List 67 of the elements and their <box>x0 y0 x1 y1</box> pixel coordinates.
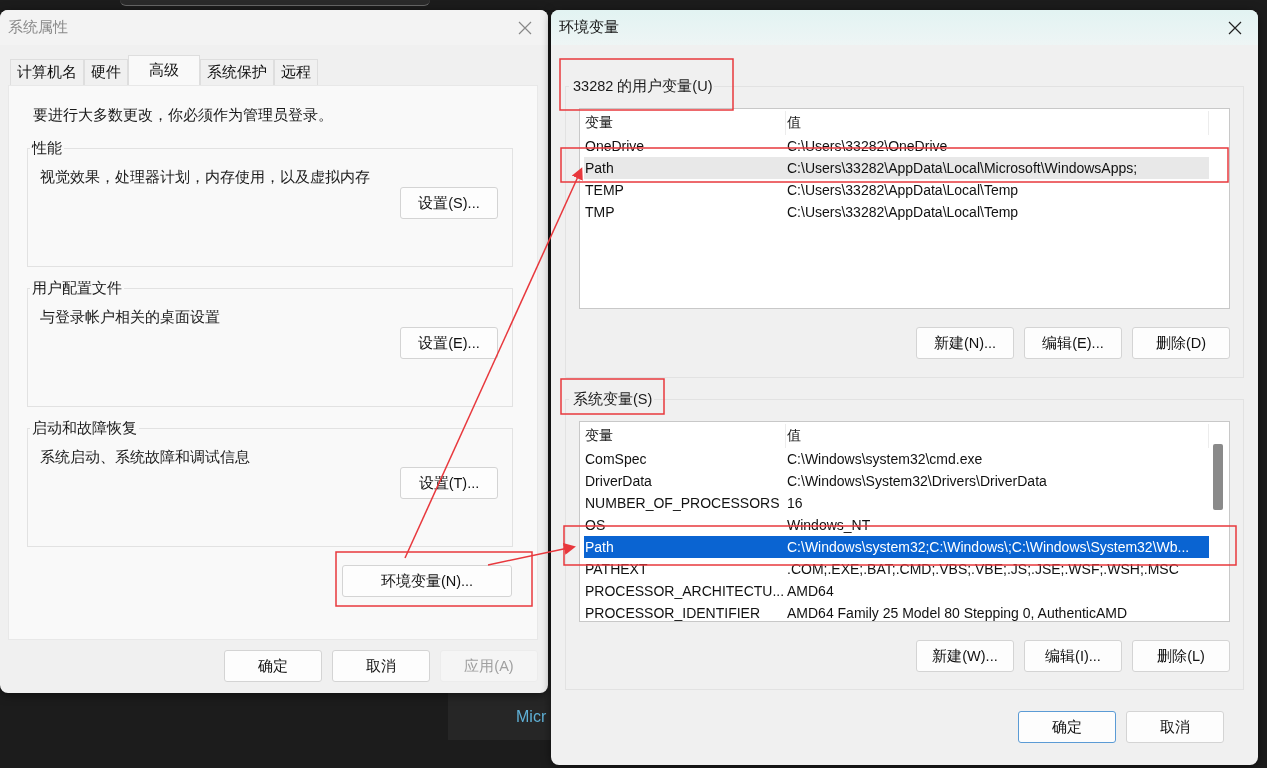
window-title: 环境变量 <box>559 18 619 37</box>
list-row[interactable]: PROCESSOR_IDENTIFIER AMD64 Family 25 Model 80 Stepping 0, AuthenticAMD <box>584 602 1209 621</box>
environment-variables-button[interactable]: 环境变量(N)... <box>342 565 512 597</box>
column-header[interactable]: 变量 <box>584 424 786 448</box>
variable-value: C:\Users\33282\AppData\Local\Temp <box>786 182 1020 198</box>
variable-name: TEMP <box>584 182 625 198</box>
group-title: 用户配置文件 <box>31 279 123 298</box>
variable-name: Path <box>584 160 615 176</box>
group-description: 系统启动、系统故障和调试信息 <box>40 448 251 467</box>
close-icon <box>1228 20 1242 35</box>
settings-button[interactable]: 设置(E)... <box>400 327 498 359</box>
tab[interactable]: 高级 <box>128 55 200 85</box>
list-row[interactable]: PATHEXT .COM;.EXE;.BAT;.CMD;.VBS;.VBE;.JS;.JSE;.WSF;.WSH;.MSC <box>584 558 1209 580</box>
group-description: 与登录帐户相关的桌面设置 <box>40 308 221 327</box>
list-row[interactable]: TEMP C:\Users\33282\AppData\Local\Temp <box>584 179 1209 201</box>
variable-value: C:\Users\33282\AppData\Local\Microsoft\WindowsApps; <box>786 160 1139 176</box>
group-title: 33282 的用户变量(U) <box>572 77 714 96</box>
tab[interactable]: 计算机名 <box>10 59 84 85</box>
list-action-button[interactable]: 新建(W)... <box>916 640 1014 672</box>
list-action-button[interactable]: 新建(N)... <box>916 327 1014 359</box>
dialog-button[interactable]: 确定 <box>1018 711 1116 743</box>
column-header[interactable]: 变量 <box>584 111 786 135</box>
list-row[interactable]: Path C:\Windows\system32;C:\Windows\;C:\Windows\System32\Wb... <box>584 536 1209 558</box>
list-action-button[interactable]: 删除(L) <box>1132 640 1230 672</box>
settings-button[interactable]: 设置(S)... <box>400 187 498 219</box>
list-row[interactable]: DriverData C:\Windows\System32\Drivers\DriverData <box>584 470 1209 492</box>
list-action-button[interactable]: 编辑(E)... <box>1024 327 1122 359</box>
variable-name: PROCESSOR_ARCHITECTU... <box>584 583 786 599</box>
notice-text: 要进行大多数更改，你必须作为管理员登录。 <box>33 106 334 125</box>
window-title: 系统属性 <box>8 18 68 37</box>
dialog-button[interactable]: 取消 <box>332 650 430 682</box>
variable-value: C:\Windows\system32;C:\Windows\;C:\Windows\System32\Wb... <box>786 539 1191 555</box>
background-text: Micr <box>516 708 547 726</box>
variable-name: Path <box>584 539 615 555</box>
variable-name: NUMBER_OF_PROCESSORS <box>584 495 781 511</box>
list-row[interactable]: PROCESSOR_ARCHITECTU... AMD64 <box>584 580 1209 602</box>
tab[interactable]: 远程 <box>274 59 318 85</box>
scrollbar-thumb[interactable] <box>1213 444 1223 510</box>
dialog-button[interactable]: 确定 <box>224 650 322 682</box>
variable-value: C:\Windows\System32\Drivers\DriverData <box>786 473 1048 489</box>
variable-value: .COM;.EXE;.BAT;.CMD;.VBS;.VBE;.JS;.JSE;.WSF;.WSH;.MSC <box>786 561 1180 577</box>
variable-value: C:\Windows\system32\cmd.exe <box>786 451 984 467</box>
variable-value: 16 <box>786 495 804 511</box>
variable-name: TMP <box>584 204 616 220</box>
list-row[interactable]: ComSpec C:\Windows\system32\cmd.exe <box>584 448 1209 470</box>
variable-name: ComSpec <box>584 451 648 467</box>
variable-value: C:\Users\33282\AppData\Local\Temp <box>786 204 1020 220</box>
close-icon <box>518 20 532 35</box>
variable-value: AMD64 <box>786 583 835 599</box>
group-title: 性能 <box>30 139 63 158</box>
tab[interactable]: 系统保护 <box>200 59 274 85</box>
dialog-button[interactable]: 取消 <box>1126 711 1224 743</box>
list-row[interactable]: TMP C:\Users\33282\AppData\Local\Temp <box>584 201 1209 223</box>
group-title: 启动和故障恢复 <box>31 419 138 438</box>
variable-value: AMD64 Family 25 Model 80 Stepping 0, AuthenticAMD <box>786 605 1129 621</box>
group-title: 系统变量(S) <box>572 390 654 409</box>
list-action-button[interactable]: 编辑(I)... <box>1024 640 1122 672</box>
list-row[interactable]: Path C:\Users\33282\AppData\Local\Microsoft\WindowsApps; <box>584 157 1209 179</box>
tab[interactable]: 硬件 <box>84 59 128 85</box>
variable-name: PATHEXT <box>584 561 649 577</box>
list-action-button[interactable]: 删除(D) <box>1132 327 1230 359</box>
variable-name: PROCESSOR_IDENTIFIER <box>584 605 762 621</box>
group-description: 视觉效果，处理器计划，内存使用，以及虚拟内存 <box>40 168 371 187</box>
list-row[interactable]: NUMBER_OF_PROCESSORS 16 <box>584 492 1209 514</box>
column-header[interactable]: 值 <box>786 424 1209 448</box>
column-header[interactable]: 值 <box>786 111 1209 135</box>
variable-name: DriverData <box>584 473 653 489</box>
